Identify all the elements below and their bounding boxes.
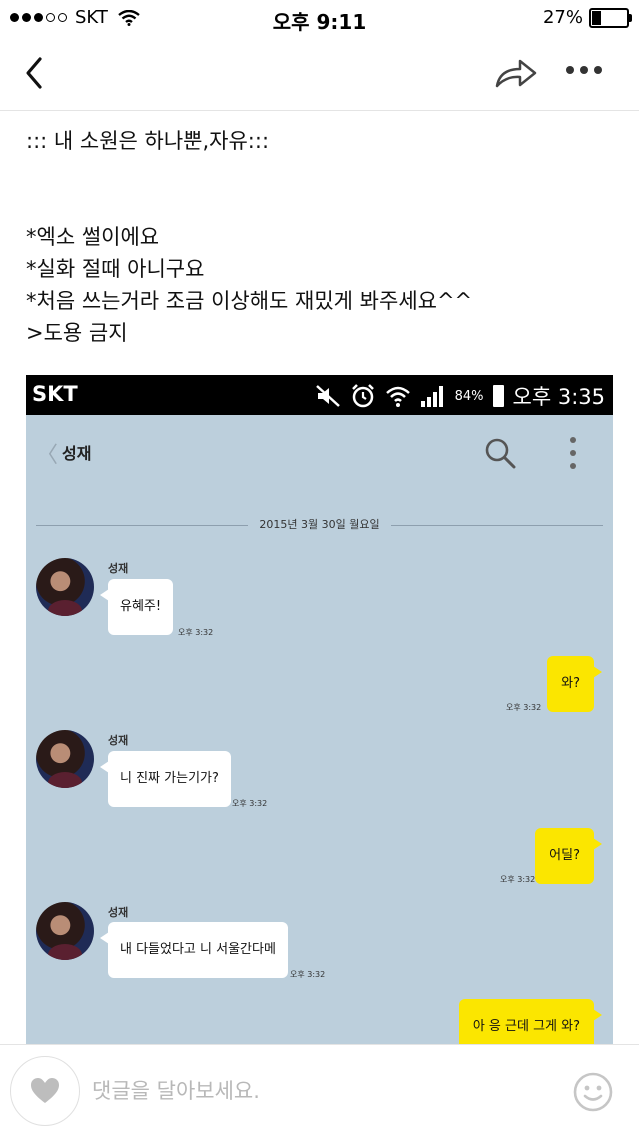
nav-bar xyxy=(0,38,639,111)
more-options-button[interactable] xyxy=(566,66,606,80)
back-chevron-icon xyxy=(26,57,42,89)
ios-status-bar: SKT 오후 9:11 27% xyxy=(0,0,639,38)
like-button[interactable] xyxy=(10,1056,80,1126)
chat-more-icon[interactable] xyxy=(567,435,579,471)
post-line: *실화 절때 아니구요 xyxy=(26,257,205,281)
more-icon xyxy=(566,66,574,74)
outgoing-message-bubble[interactable]: 아 응 근데 그게 와? xyxy=(458,999,603,1050)
outgoing-message-bubble[interactable]: 와? xyxy=(547,656,602,712)
message-time: 오후 3:32 xyxy=(506,703,542,712)
incoming-message-bubble[interactable]: 니 진짜 가는기가? xyxy=(100,751,231,807)
embedded-chat-screenshot: SKT 84% 오후 3:35 〈 성재 2015년 3월 30일 월요일 성재… xyxy=(26,375,613,1050)
android-battery-percent: 84% xyxy=(454,388,484,404)
chat-contact-name: 성재 xyxy=(62,444,92,463)
message-time: 오후 3:32 xyxy=(178,628,214,637)
date-divider: 2015년 3월 30일 월요일 xyxy=(36,515,603,535)
message-sender: 성재 xyxy=(108,734,129,747)
message-time: 오후 3:32 xyxy=(232,799,268,808)
comment-input[interactable] xyxy=(90,1071,554,1111)
avatar[interactable] xyxy=(36,730,94,788)
android-wifi-icon xyxy=(385,386,410,407)
mute-icon xyxy=(315,385,340,407)
cell-signal-icon xyxy=(420,386,443,407)
android-carrier: SKT xyxy=(32,382,78,406)
post-line: >도용 금지 xyxy=(26,321,128,345)
comment-bar xyxy=(0,1044,639,1139)
incoming-message-bubble[interactable]: 유혜주! xyxy=(99,579,174,635)
smiley-icon[interactable] xyxy=(572,1071,614,1113)
chat-header: 〈 성재 xyxy=(26,415,613,489)
android-time: 오후 3:35 xyxy=(512,385,605,409)
avatar[interactable] xyxy=(36,558,94,616)
android-status-bar: SKT 84% 오후 3:35 xyxy=(26,375,613,415)
post-line: *처음 쓰는거라 조금 이상해도 재밌게 봐주세요^^ xyxy=(26,289,473,313)
share-icon xyxy=(495,59,537,88)
message-time: 오후 3:32 xyxy=(290,970,326,979)
date-divider-text: 2015년 3월 30일 월요일 xyxy=(259,518,380,531)
share-button[interactable] xyxy=(494,56,538,92)
battery-percent: 27% xyxy=(542,7,583,28)
post-title: ::: 내 소원은 하나뿐,자유::: xyxy=(26,129,270,153)
alarm-icon xyxy=(351,384,374,408)
incoming-message-bubble[interactable]: 내 다들었다고 니 서울간다메 xyxy=(100,922,288,978)
outgoing-message-bubble[interactable]: 어딜? xyxy=(535,828,602,884)
message-sender: 성재 xyxy=(108,562,129,575)
chat-back-icon[interactable]: 〈 xyxy=(36,437,58,469)
search-icon[interactable] xyxy=(482,435,518,471)
message-sender: 성재 xyxy=(108,906,129,919)
back-button[interactable] xyxy=(22,54,52,94)
post-body: ::: 내 소원은 하나뿐,자유::: *엑소 썰이에요 *실화 절때 아니구요… xyxy=(26,125,616,349)
message-time: 오후 3:32 xyxy=(500,875,536,884)
android-battery-icon xyxy=(492,385,504,407)
avatar[interactable] xyxy=(36,902,94,960)
battery-group: 27% xyxy=(542,7,632,28)
battery-icon xyxy=(589,7,632,28)
heart-icon xyxy=(31,1078,59,1103)
post-line: *엑소 썰이에요 xyxy=(26,225,160,249)
